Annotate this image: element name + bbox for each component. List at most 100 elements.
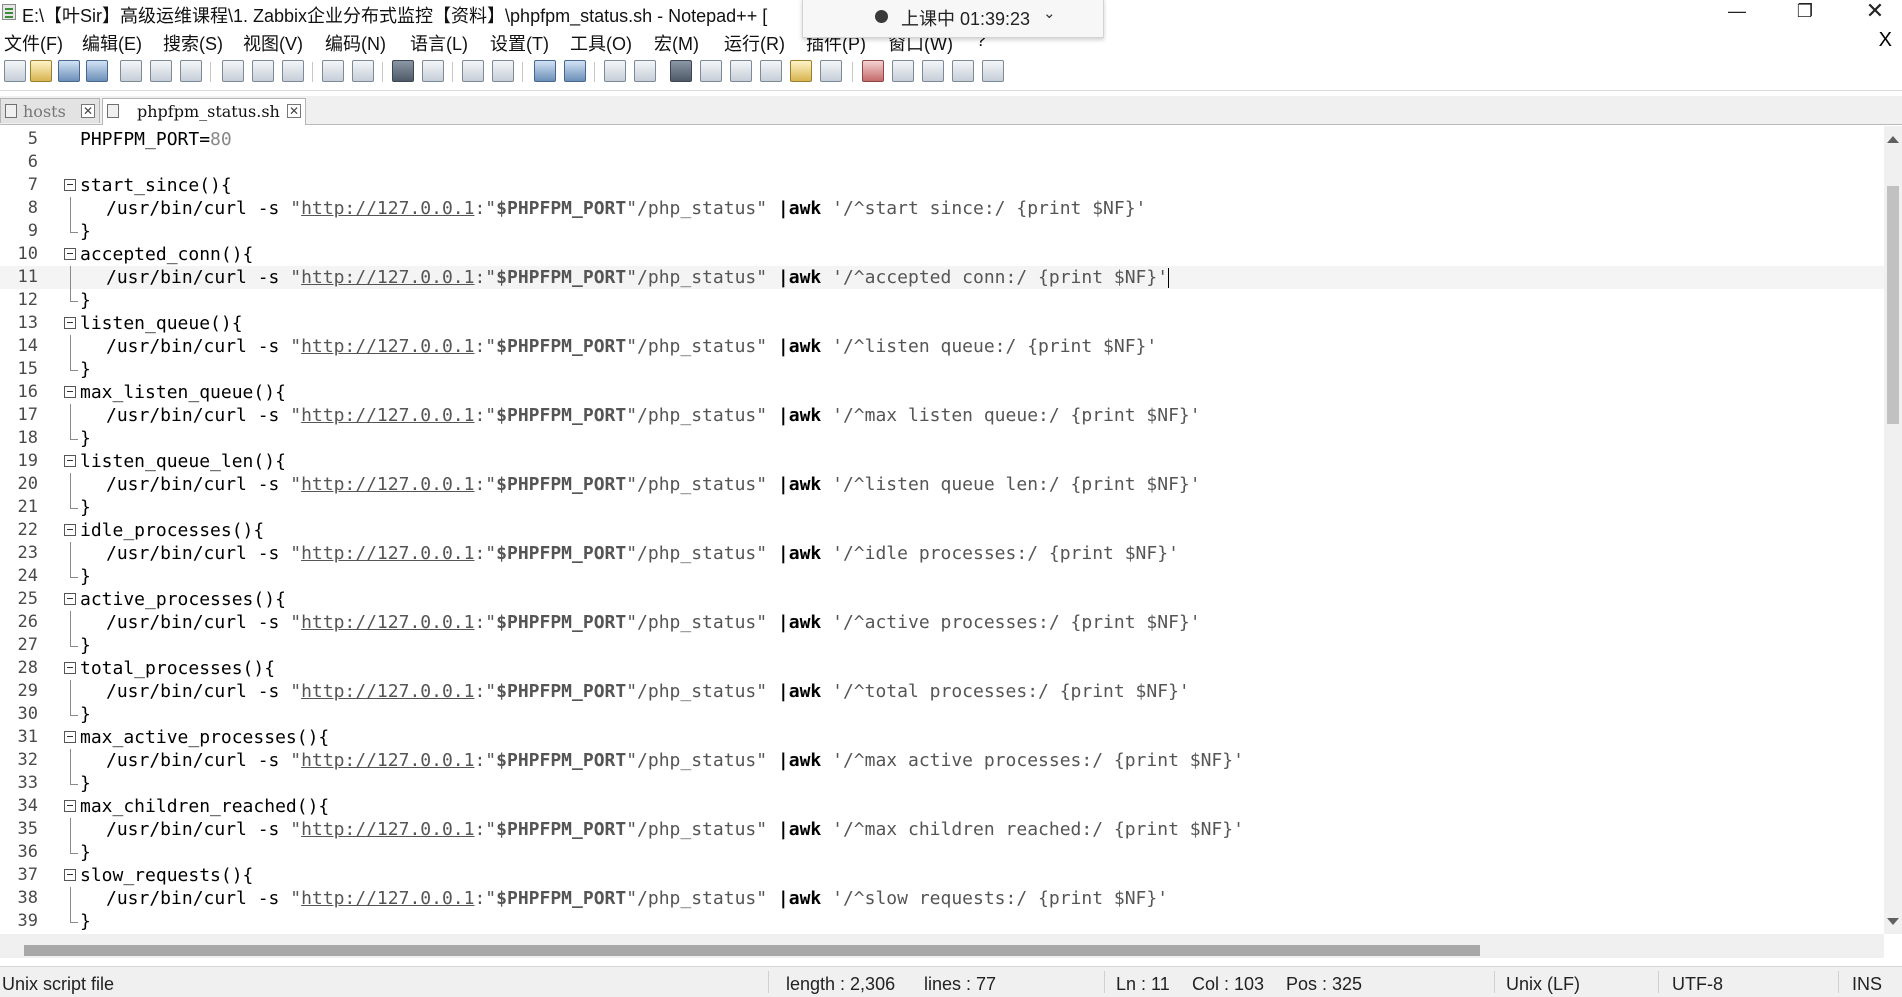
indent-guide-icon[interactable] [670, 60, 692, 82]
horizontal-scroll-thumb[interactable] [24, 945, 1480, 956]
monitoring-eye-icon[interactable] [820, 60, 842, 82]
tab-hosts[interactable]: hosts ✕ [0, 98, 100, 123]
horizontal-scrollbar[interactable] [0, 934, 1884, 958]
code-editor[interactable]: 5 PHPFPM_PORT=80 6 7 start_since(){8/usr/bin… [0, 126, 1884, 934]
menu-search[interactable]: 搜索(S) [163, 30, 223, 56]
print-icon[interactable] [180, 60, 202, 82]
sync-horizontal-icon[interactable] [564, 60, 586, 82]
close-tab-icon[interactable]: ✕ [81, 104, 95, 118]
code-line[interactable]: 9} [0, 220, 1884, 243]
menu-macro[interactable]: 宏(M) [654, 30, 699, 56]
code-line[interactable]: 10 accepted_conn(){ [0, 243, 1884, 266]
code-line[interactable]: 22 idle_processes(){ [0, 519, 1884, 542]
document-map-icon[interactable] [730, 60, 752, 82]
code-line[interactable]: 29/usr/bin/curl -s "http://127.0.0.1:"$P… [0, 680, 1884, 703]
fold-toggle-icon[interactable] [64, 726, 78, 749]
zoom-in-icon[interactable] [462, 60, 484, 82]
fold-toggle-icon[interactable] [64, 657, 78, 680]
sync-vertical-icon[interactable] [534, 60, 556, 82]
fold-toggle-icon[interactable] [64, 243, 78, 266]
code-line[interactable]: 28 total_processes(){ [0, 657, 1884, 680]
recording-timer-panel[interactable]: 上课中 01:39:23 ⌄ [802, 0, 1104, 38]
menu-language[interactable]: 语言(L) [410, 30, 468, 56]
macro-save-icon[interactable] [982, 60, 1004, 82]
code-line[interactable]: 19 listen_queue_len(){ [0, 450, 1884, 473]
fold-toggle-icon[interactable] [64, 312, 78, 335]
find-icon[interactable] [392, 60, 414, 82]
vertical-scroll-thumb[interactable] [1887, 186, 1899, 424]
fold-toggle-icon[interactable] [64, 174, 78, 197]
notepad-app-icon[interactable] [2, 4, 16, 20]
code-line[interactable]: 24} [0, 565, 1884, 588]
code-line[interactable]: 8/usr/bin/curl -s "http://127.0.0.1:"$PH… [0, 197, 1884, 220]
code-line[interactable]: 16 max_listen_queue(){ [0, 381, 1884, 404]
minimize-button[interactable]: — [1714, 0, 1760, 24]
menu-file[interactable]: 文件(F) [4, 30, 63, 56]
code-line[interactable]: 11/usr/bin/curl -s "http://127.0.0.1:"$P… [0, 266, 1884, 289]
code-line[interactable]: 6 [0, 151, 1884, 174]
code-line[interactable]: 35/usr/bin/curl -s "http://127.0.0.1:"$P… [0, 818, 1884, 841]
paste-icon[interactable] [282, 60, 304, 82]
code-line[interactable]: 36} [0, 841, 1884, 864]
code-line[interactable]: 34 max_children_reached(){ [0, 795, 1884, 818]
scroll-down-arrow-icon[interactable] [1887, 918, 1899, 925]
macro-record-icon[interactable] [862, 60, 884, 82]
code-line[interactable]: 33} [0, 772, 1884, 795]
replace-icon[interactable] [422, 60, 444, 82]
macro-play-icon[interactable] [922, 60, 944, 82]
function-list-icon[interactable] [760, 60, 782, 82]
chevron-down-icon[interactable]: ⌄ [1043, 4, 1056, 22]
code-line[interactable]: 7 start_since(){ [0, 174, 1884, 197]
macro-stop-icon[interactable] [892, 60, 914, 82]
menu-view[interactable]: 视图(V) [243, 30, 303, 56]
code-line[interactable]: 25 active_processes(){ [0, 588, 1884, 611]
tab-phpfpm-status[interactable]: phpfpm_status.sh ✕ [102, 98, 306, 125]
code-line[interactable]: 32/usr/bin/curl -s "http://127.0.0.1:"$P… [0, 749, 1884, 772]
menu-encoding[interactable]: 编码(N) [325, 30, 386, 56]
status-eol-format[interactable]: Unix (LF) [1506, 974, 1580, 995]
status-encoding[interactable]: UTF-8 [1672, 974, 1723, 995]
close-file-icon[interactable] [120, 60, 142, 82]
language-udl-icon[interactable] [700, 60, 722, 82]
macro-run-multiple-icon[interactable] [952, 60, 974, 82]
close-tab-icon[interactable]: ✕ [287, 104, 301, 118]
fold-toggle-icon[interactable] [64, 588, 78, 611]
show-all-characters-icon[interactable] [634, 60, 656, 82]
menu-tools[interactable]: 工具(O) [570, 30, 632, 56]
cut-icon[interactable] [222, 60, 244, 82]
close-document-button[interactable]: X [1879, 29, 1892, 52]
folder-workspace-icon[interactable] [790, 60, 812, 82]
code-line[interactable]: 14/usr/bin/curl -s "http://127.0.0.1:"$P… [0, 335, 1884, 358]
code-line[interactable]: 37 slow_requests(){ [0, 864, 1884, 887]
new-file-icon[interactable] [4, 60, 26, 82]
undo-icon[interactable] [322, 60, 344, 82]
code-line[interactable]: 20/usr/bin/curl -s "http://127.0.0.1:"$P… [0, 473, 1884, 496]
fold-toggle-icon[interactable] [64, 864, 78, 887]
menu-run[interactable]: 运行(R) [724, 30, 785, 56]
word-wrap-icon[interactable] [604, 60, 626, 82]
code-line[interactable]: 30} [0, 703, 1884, 726]
restore-button[interactable]: ❐ [1782, 0, 1828, 24]
code-line[interactable]: 26/usr/bin/curl -s "http://127.0.0.1:"$P… [0, 611, 1884, 634]
code-line[interactable]: 13 listen_queue(){ [0, 312, 1884, 335]
zoom-out-icon[interactable] [492, 60, 514, 82]
code-line[interactable]: 15} [0, 358, 1884, 381]
code-line[interactable]: 38/usr/bin/curl -s "http://127.0.0.1:"$P… [0, 887, 1884, 910]
status-insert-mode[interactable]: INS [1852, 974, 1882, 995]
redo-icon[interactable] [352, 60, 374, 82]
fold-toggle-icon[interactable] [64, 519, 78, 542]
fold-toggle-icon[interactable] [64, 450, 78, 473]
vertical-scrollbar[interactable] [1884, 126, 1902, 934]
code-line[interactable]: 18} [0, 427, 1884, 450]
close-window-button[interactable]: ✕ [1852, 0, 1898, 24]
code-line[interactable]: 17/usr/bin/curl -s "http://127.0.0.1:"$P… [0, 404, 1884, 427]
scroll-up-arrow-icon[interactable] [1887, 136, 1899, 143]
close-all-icon[interactable] [150, 60, 172, 82]
menu-edit[interactable]: 编辑(E) [82, 30, 142, 56]
code-line[interactable]: 21} [0, 496, 1884, 519]
menu-settings[interactable]: 设置(T) [490, 30, 549, 56]
code-line[interactable]: 23/usr/bin/curl -s "http://127.0.0.1:"$P… [0, 542, 1884, 565]
fold-toggle-icon[interactable] [64, 795, 78, 818]
code-line[interactable]: 31 max_active_processes(){ [0, 726, 1884, 749]
fold-toggle-icon[interactable] [64, 381, 78, 404]
